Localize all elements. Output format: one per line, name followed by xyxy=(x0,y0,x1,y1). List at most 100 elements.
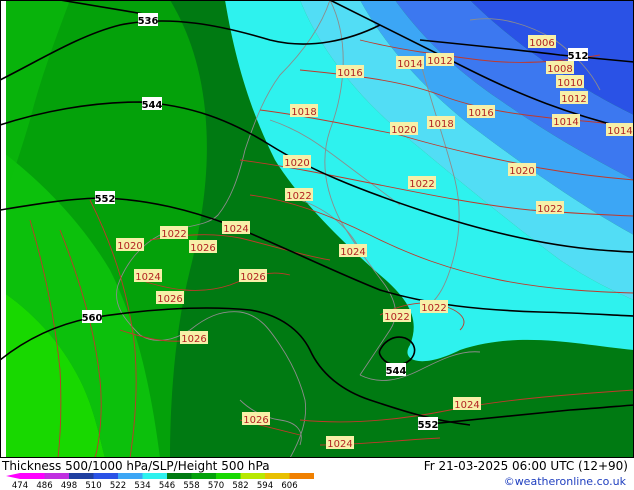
svg-text:512: 512 xyxy=(568,51,589,62)
svg-text:544: 544 xyxy=(142,100,163,111)
svg-text:1022: 1022 xyxy=(161,229,186,240)
svg-text:1016: 1016 xyxy=(337,68,362,79)
svg-text:1022: 1022 xyxy=(286,191,311,202)
legend-swatch xyxy=(20,473,45,479)
svg-text:1026: 1026 xyxy=(243,415,268,426)
svg-text:552: 552 xyxy=(418,420,439,431)
map-title: Thickness 500/1000 hPa/SLP/Height 500 hP… xyxy=(2,459,270,473)
legend-tick-label: 486 xyxy=(36,481,52,490)
slp-label: 1010 xyxy=(556,75,584,89)
legend-swatch xyxy=(289,473,314,479)
slp-label: 1008 xyxy=(546,61,574,75)
svg-text:1014: 1014 xyxy=(397,59,422,70)
legend-tick-label: 594 xyxy=(257,481,273,490)
height-label: 560 xyxy=(82,310,103,324)
slp-label: 1024 xyxy=(222,221,250,235)
legend-tick-label: 546 xyxy=(159,481,175,490)
slp-label: 1022 xyxy=(408,176,436,190)
svg-text:1026: 1026 xyxy=(157,294,182,305)
legend-swatches xyxy=(6,473,314,479)
weather-map-panel: 536 544 552 560 512 544 552 1006 1008 10… xyxy=(0,0,634,490)
svg-text:552: 552 xyxy=(95,194,116,205)
slp-label: 1020 xyxy=(283,155,311,169)
svg-text:1022: 1022 xyxy=(421,303,446,314)
svg-text:1024: 1024 xyxy=(340,247,365,258)
slp-label: 1016 xyxy=(336,65,364,79)
legend-tick-label: 558 xyxy=(183,481,199,490)
svg-text:1026: 1026 xyxy=(181,334,206,345)
slp-label: 1012 xyxy=(560,91,588,105)
slp-label: 1022 xyxy=(285,188,313,202)
svg-text:1006: 1006 xyxy=(529,38,554,49)
svg-text:544: 544 xyxy=(386,366,407,377)
svg-text:1018: 1018 xyxy=(428,119,453,130)
legend-ticks: 474 486 498 510 522 534 546 558 570 582 594 606 xyxy=(12,481,298,490)
slp-label: 1026 xyxy=(239,269,267,283)
svg-text:1026: 1026 xyxy=(240,272,265,283)
svg-text:1014: 1014 xyxy=(553,117,578,128)
slp-label: 1022 xyxy=(536,201,564,215)
svg-text:1010: 1010 xyxy=(557,78,582,89)
legend-tick-label: 570 xyxy=(208,481,224,490)
legend-swatch xyxy=(167,473,192,479)
legend-swatch xyxy=(69,473,94,479)
svg-text:1022: 1022 xyxy=(537,204,562,215)
legend-swatch xyxy=(265,473,290,479)
slp-label: 1006 xyxy=(528,35,556,49)
slp-label: 1020 xyxy=(390,122,418,136)
height-label: 544 xyxy=(386,363,407,377)
slp-label: 1026 xyxy=(242,412,270,426)
legend-swatch xyxy=(142,473,167,479)
thickness-fill xyxy=(0,0,634,458)
svg-text:1024: 1024 xyxy=(327,439,352,450)
slp-label: 1026 xyxy=(180,331,208,345)
slp-label: 1026 xyxy=(156,291,184,305)
svg-text:1024: 1024 xyxy=(454,400,479,411)
svg-text:1016: 1016 xyxy=(468,108,493,119)
slp-label: 1012 xyxy=(426,53,454,67)
svg-text:1020: 1020 xyxy=(509,166,534,177)
legend-tick-label: 534 xyxy=(134,481,150,490)
svg-text:1024: 1024 xyxy=(135,272,160,283)
svg-text:1012: 1012 xyxy=(561,94,586,105)
svg-text:536: 536 xyxy=(138,16,159,27)
svg-text:1024: 1024 xyxy=(223,224,248,235)
height-label: 512 xyxy=(568,48,589,62)
slp-label: 1022 xyxy=(383,309,411,323)
slp-label: 1018 xyxy=(427,116,455,130)
legend-tick-label: 582 xyxy=(232,481,248,490)
svg-text:560: 560 xyxy=(82,313,103,324)
slp-label: 1016 xyxy=(467,105,495,119)
legend-swatch xyxy=(240,473,265,479)
svg-text:1022: 1022 xyxy=(384,312,409,323)
legend-tick-label: 498 xyxy=(61,481,77,490)
color-legend: 474 486 498 510 522 534 546 558 570 582 594 606 xyxy=(6,473,314,490)
legend-tick-label: 510 xyxy=(85,481,101,490)
slp-label: 1024 xyxy=(326,436,354,450)
credit-link[interactable]: ©weatheronline.co.uk xyxy=(504,475,626,488)
slp-label: 1024 xyxy=(339,244,367,258)
legend-tick-label: 474 xyxy=(12,481,28,490)
footer: Thickness 500/1000 hPa/SLP/Height 500 hP… xyxy=(0,458,634,490)
svg-text:1008: 1008 xyxy=(547,64,572,75)
legend-tick-label: 606 xyxy=(281,481,297,490)
slp-label: 1024 xyxy=(134,269,162,283)
height-label: 544 xyxy=(142,97,163,111)
slp-label: 1014 xyxy=(552,114,580,128)
slp-label: 1024 xyxy=(453,397,481,411)
svg-text:1012: 1012 xyxy=(427,56,452,67)
svg-text:1026: 1026 xyxy=(190,243,215,254)
height-label: 552 xyxy=(95,191,116,205)
svg-text:1018: 1018 xyxy=(291,107,316,118)
slp-label: 1020 xyxy=(116,238,144,252)
valid-time: Fr 21-03-2025 06:00 UTC (12+90) xyxy=(423,459,628,473)
legend-swatch xyxy=(216,473,241,479)
height-label: 536 xyxy=(138,13,159,27)
svg-text:1020: 1020 xyxy=(117,241,142,252)
svg-text:1014: 1014 xyxy=(607,126,632,137)
slp-label: 1022 xyxy=(160,226,188,240)
legend-swatch xyxy=(93,473,118,479)
slp-label: 1014 xyxy=(606,123,634,137)
legend-swatch xyxy=(191,473,216,479)
svg-text:1022: 1022 xyxy=(409,179,434,190)
